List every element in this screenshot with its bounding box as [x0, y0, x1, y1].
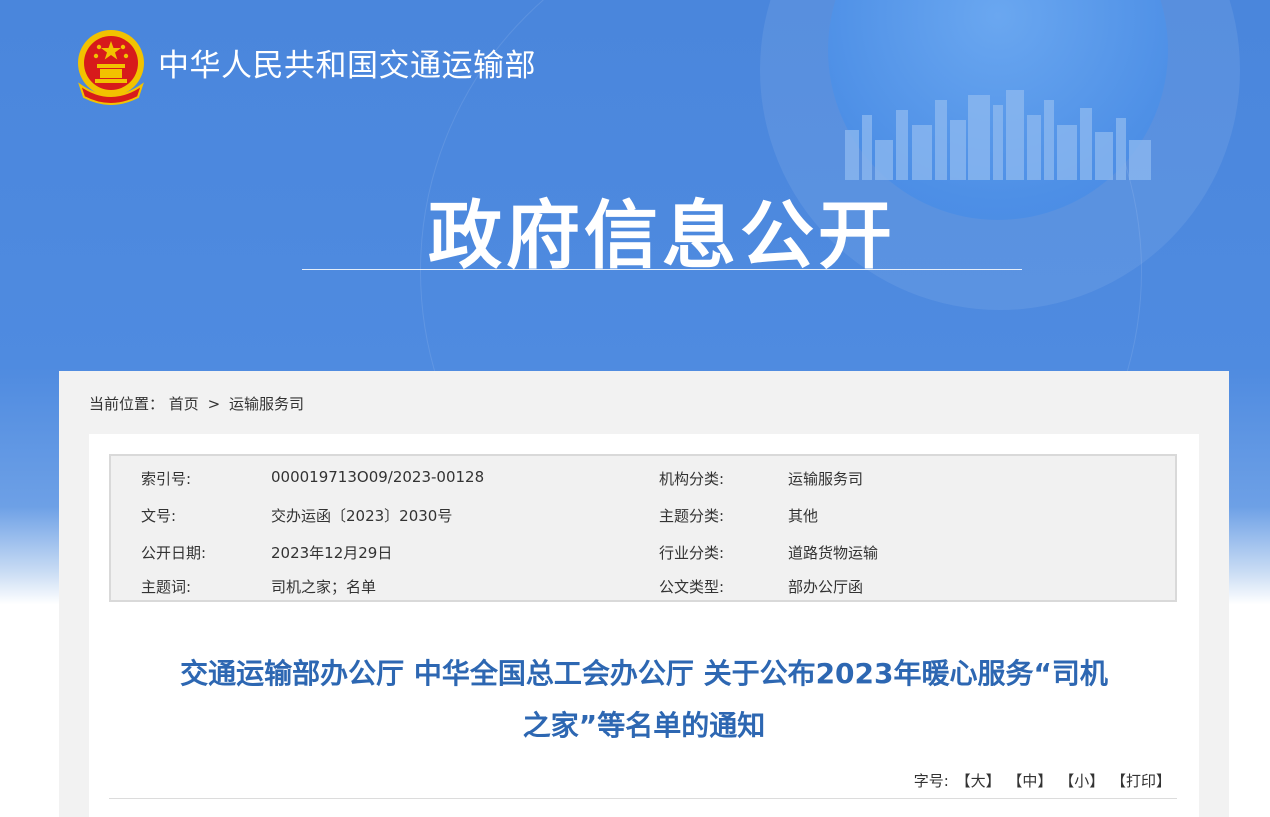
breadcrumb: 当前位置： 首页 > 运输服务司 — [89, 393, 304, 414]
metadata-table: 索引号: 000019713O09/2023-00128 机构分类: 运输服务司… — [109, 454, 1177, 602]
metadata-row: 文号: 交办运函〔2023〕2030号 主题分类: 其他 — [111, 499, 1175, 529]
metadata-label: 公文类型: — [659, 578, 725, 596]
metadata-row: 索引号: 000019713O09/2023-00128 机构分类: 运输服务司 — [111, 462, 1175, 492]
metadata-value: 道路货物运输 — [788, 544, 879, 562]
site-name[interactable]: 中华人民共和国交通运输部 — [158, 40, 536, 85]
font-small-button[interactable]: 【小】 — [1059, 772, 1104, 790]
section-title: 政府信息公开 — [428, 193, 896, 279]
document-title-line: 交通运输部办公厅 中华全国总工会办公厅 关于公布2023年暖心服务“司机 — [180, 657, 1108, 690]
metadata-value: 部办公厅函 — [788, 578, 864, 596]
metadata-label: 索引号: — [141, 470, 192, 488]
font-size-label: 字号: — [913, 772, 949, 790]
metadata-value: 000019713O09/2023-00128 — [271, 468, 485, 486]
main-content: 当前位置： 首页 > 运输服务司 索引号: 000019713O09/2023-… — [59, 371, 1229, 817]
metadata-label: 主题词: — [141, 578, 192, 596]
document-title-line: 之家”等名单的通知 — [522, 709, 766, 742]
metadata-label: 文号: — [141, 507, 177, 525]
metadata-label: 主题分类: — [659, 507, 725, 525]
print-button[interactable]: 【打印】 — [1111, 772, 1171, 790]
city-skyline-icon — [845, 90, 1151, 180]
breadcrumb-current-link[interactable]: 运输服务司 — [229, 395, 304, 413]
title-underline — [302, 269, 1022, 270]
breadcrumb-home-link[interactable]: 首页 — [169, 395, 199, 413]
font-size-tools: 字号: 【大】 【中】 【小】 【打印】 — [912, 770, 1171, 791]
metadata-label: 公开日期: — [141, 544, 207, 562]
metadata-row: 主题词: 司机之家；名单 公文类型: 部办公厅函 — [111, 570, 1175, 600]
font-medium-button[interactable]: 【中】 — [1007, 772, 1052, 790]
breadcrumb-separator: > — [207, 395, 221, 413]
metadata-value: 交办运函〔2023〕2030号 — [271, 507, 453, 525]
metadata-value: 其他 — [788, 507, 819, 525]
metadata-value: 司机之家；名单 — [271, 578, 377, 596]
metadata-label: 机构分类: — [659, 470, 725, 488]
metadata-value: 运输服务司 — [788, 470, 864, 488]
divider — [109, 798, 1177, 799]
metadata-label: 行业分类: — [659, 544, 725, 562]
breadcrumb-prefix: 当前位置： — [89, 395, 165, 413]
metadata-row: 公开日期: 2023年12月29日 行业分类: 道路货物运输 — [111, 536, 1175, 566]
font-large-button[interactable]: 【大】 — [956, 772, 1001, 790]
document-title: 交通运输部办公厅 中华全国总工会办公厅 关于公布2023年暖心服务“司机 之家”… — [109, 648, 1179, 752]
article-card: 索引号: 000019713O09/2023-00128 机构分类: 运输服务司… — [89, 434, 1199, 817]
metadata-value: 2023年12月29日 — [271, 544, 393, 562]
national-emblem-icon — [78, 30, 144, 105]
